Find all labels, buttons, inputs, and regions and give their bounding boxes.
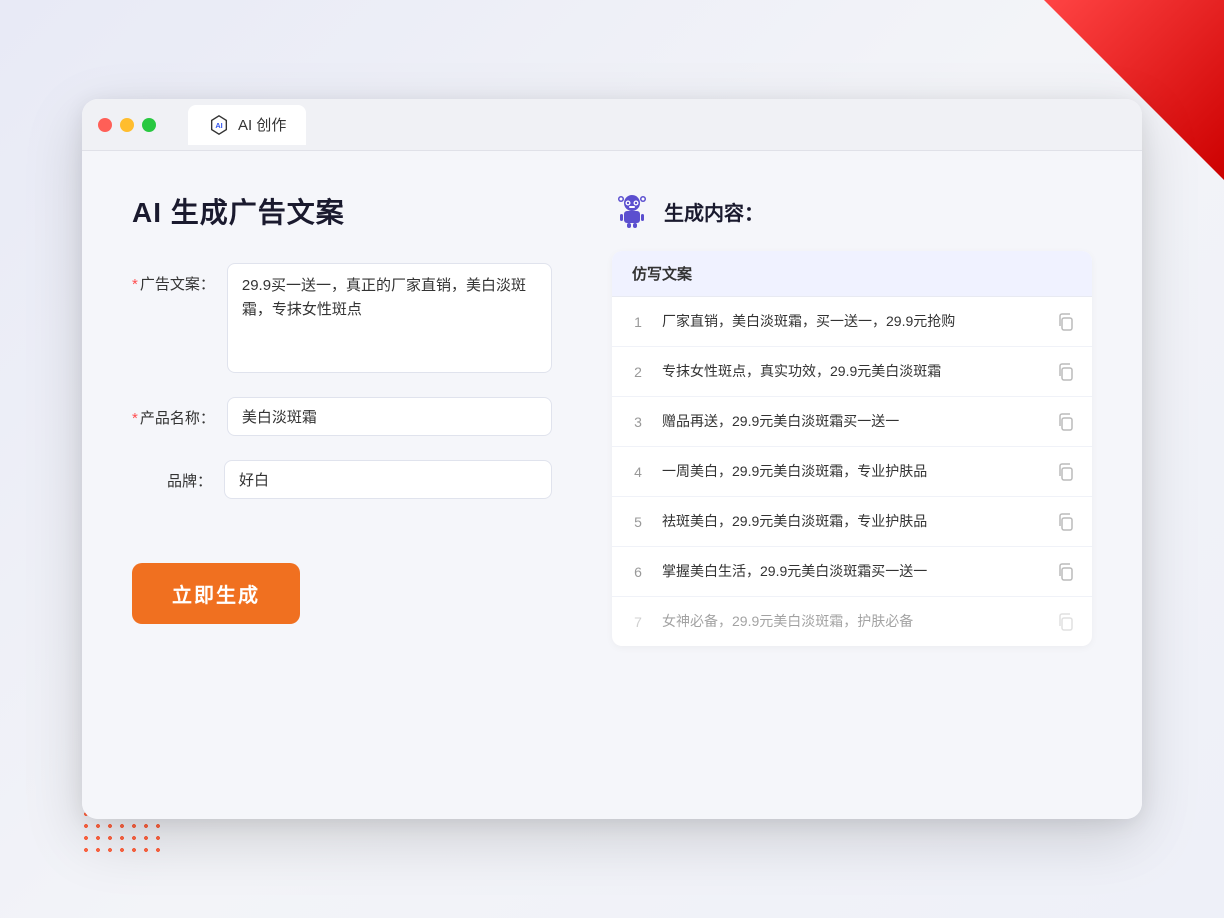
- close-button[interactable]: [98, 118, 112, 132]
- ad-copy-label: *广告文案：: [132, 263, 215, 294]
- browser-window: AI AI 创作 AI 生成广告文案 *广告文案： *产品名称：: [82, 99, 1142, 819]
- copy-icon[interactable]: [1056, 312, 1076, 332]
- ad-copy-input[interactable]: [227, 263, 552, 373]
- row-text: 专抹女性斑点，真实功效，29.9元美白淡斑霜: [662, 361, 1042, 382]
- row-number: 1: [628, 314, 648, 330]
- tab-title-label: AI 创作: [238, 114, 286, 135]
- content-area: AI 生成广告文案 *广告文案： *产品名称： 品牌： 立: [82, 151, 1142, 819]
- brand-input[interactable]: [224, 460, 552, 499]
- page-title: AI 生成广告文案: [132, 191, 552, 231]
- required-star-product: *: [132, 410, 138, 427]
- product-name-input[interactable]: [227, 397, 552, 436]
- table-row: 3 赠品再送，29.9元美白淡斑霜买一送一: [612, 397, 1092, 447]
- row-text: 女神必备，29.9元美白淡斑霜，护肤必备: [662, 611, 1042, 632]
- ad-copy-group: *广告文案：: [132, 263, 552, 373]
- ai-creation-tab[interactable]: AI AI 创作: [188, 105, 306, 145]
- result-header: 生成内容：: [612, 191, 1092, 231]
- required-star-ad: *: [132, 276, 138, 293]
- product-name-label: *产品名称：: [132, 397, 215, 428]
- copy-icon[interactable]: [1056, 612, 1076, 632]
- left-panel: AI 生成广告文案 *广告文案： *产品名称： 品牌： 立: [132, 191, 552, 779]
- row-text: 祛斑美白，29.9元美白淡斑霜，专业护肤品: [662, 511, 1042, 532]
- right-panel: 生成内容： 仿写文案 1 厂家直销，美白淡斑霜，买一送一，29.9元抢购 2 专…: [612, 191, 1092, 779]
- brand-group: 品牌：: [132, 460, 552, 499]
- row-number: 6: [628, 564, 648, 580]
- row-number: 3: [628, 414, 648, 430]
- table-row: 6 掌握美白生活，29.9元美白淡斑霜买一送一: [612, 547, 1092, 597]
- ai-tab-icon: AI: [208, 114, 230, 136]
- minimize-button[interactable]: [120, 118, 134, 132]
- copy-icon[interactable]: [1056, 362, 1076, 382]
- table-row: 7 女神必备，29.9元美白淡斑霜，护肤必备: [612, 597, 1092, 646]
- table-row: 2 专抹女性斑点，真实功效，29.9元美白淡斑霜: [612, 347, 1092, 397]
- table-row: 5 祛斑美白，29.9元美白淡斑霜，专业护肤品: [612, 497, 1092, 547]
- copy-icon[interactable]: [1056, 462, 1076, 482]
- maximize-button[interactable]: [142, 118, 156, 132]
- product-name-group: *产品名称：: [132, 397, 552, 436]
- copy-icon[interactable]: [1056, 412, 1076, 432]
- table-header: 仿写文案: [612, 251, 1092, 297]
- row-text: 一周美白，29.9元美白淡斑霜，专业护肤品: [662, 461, 1042, 482]
- row-number: 7: [628, 614, 648, 630]
- row-number: 4: [628, 464, 648, 480]
- brand-label: 品牌：: [132, 460, 212, 491]
- row-text: 赠品再送，29.9元美白淡斑霜买一送一: [662, 411, 1042, 432]
- row-number: 5: [628, 514, 648, 530]
- generate-button[interactable]: 立即生成: [132, 563, 300, 624]
- result-title: 生成内容：: [664, 197, 764, 226]
- table-row: 4 一周美白，29.9元美白淡斑霜，专业护肤品: [612, 447, 1092, 497]
- row-number: 2: [628, 364, 648, 380]
- copy-icon[interactable]: [1056, 512, 1076, 532]
- table-row: 1 厂家直销，美白淡斑霜，买一送一，29.9元抢购: [612, 297, 1092, 347]
- title-bar: AI AI 创作: [82, 99, 1142, 151]
- traffic-lights: [98, 118, 156, 132]
- row-text: 掌握美白生活，29.9元美白淡斑霜买一送一: [662, 561, 1042, 582]
- result-table: 仿写文案 1 厂家直销，美白淡斑霜，买一送一，29.9元抢购 2 专抹女性斑点，…: [612, 251, 1092, 646]
- robot-icon: [612, 191, 652, 231]
- row-text: 厂家直销，美白淡斑霜，买一送一，29.9元抢购: [662, 311, 1042, 332]
- copy-icon[interactable]: [1056, 562, 1076, 582]
- svg-text:AI: AI: [215, 121, 222, 130]
